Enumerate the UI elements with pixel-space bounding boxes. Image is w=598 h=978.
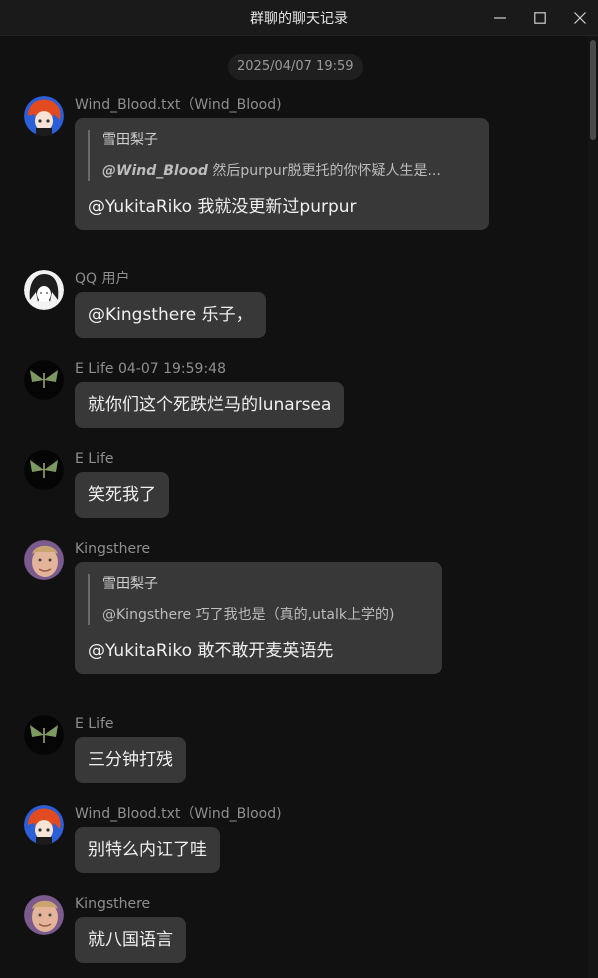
window-title: 群聊的聊天记录 bbox=[250, 10, 348, 27]
quote-sender: 雪田梨子 bbox=[102, 576, 158, 592]
message-text: 就八国语言 bbox=[88, 930, 173, 950]
message-bubble[interactable]: 雪田梨子 @Kingsthere 巧了我也是（真的,utalk上学的) @Yuk… bbox=[75, 562, 442, 674]
message-text: 别特么内讧了哇 bbox=[88, 840, 207, 860]
sender-name[interactable]: QQ 用户 bbox=[75, 270, 130, 288]
maximize-button[interactable] bbox=[520, 0, 560, 35]
close-button[interactable] bbox=[560, 0, 598, 35]
message-bubble[interactable]: 笑死我了 bbox=[75, 472, 169, 518]
quote-text: @Kingsthere 巧了我也是（真的,utalk上学的) bbox=[102, 607, 395, 623]
message-bubble[interactable]: 别特么内讧了哇 bbox=[75, 827, 220, 873]
sender-name[interactable]: E Life 04-07 19:59:48 bbox=[75, 360, 226, 378]
sender-name[interactable]: E Life bbox=[75, 450, 114, 468]
avatar[interactable] bbox=[24, 715, 64, 755]
avatar[interactable] bbox=[24, 96, 64, 136]
avatar[interactable] bbox=[24, 540, 64, 580]
reply-quote[interactable]: 雪田梨子 @Wind_Blood 然后purpur脱更托的你怀疑人生是... bbox=[88, 130, 476, 181]
message-bubble[interactable]: @Kingsthere 乐子， bbox=[75, 292, 266, 338]
maximize-icon bbox=[534, 11, 546, 24]
sender-name[interactable]: Wind_Blood.txt（Wind_Blood) bbox=[75, 805, 282, 823]
minimize-button[interactable] bbox=[480, 0, 520, 35]
reply-quote[interactable]: 雪田梨子 @Kingsthere 巧了我也是（真的,utalk上学的) bbox=[88, 574, 429, 625]
message-bubble[interactable]: 三分钟打残 bbox=[75, 737, 186, 783]
message-bubble[interactable]: 雪田梨子 @Wind_Blood 然后purpur脱更托的你怀疑人生是... @… bbox=[75, 118, 489, 230]
close-icon bbox=[574, 11, 586, 24]
message-text: 就你们这个死跌烂马的lunarsea bbox=[88, 395, 332, 415]
minimize-icon bbox=[494, 16, 506, 19]
avatar[interactable] bbox=[24, 450, 64, 490]
quote-mention: @Wind_Blood bbox=[102, 163, 208, 179]
chat-history[interactable]: 2025/04/07 19:59 Wind_Blood.txt（Wind_Blo… bbox=[0, 36, 584, 978]
message-text: 笑死我了 bbox=[88, 485, 156, 505]
sender-name[interactable]: Wind_Blood.txt（Wind_Blood) bbox=[75, 96, 282, 114]
message-bubble[interactable]: 就八国语言 bbox=[75, 917, 186, 963]
quote-content: 然后purpur脱更托的你怀疑人生是... bbox=[212, 163, 441, 179]
avatar[interactable] bbox=[24, 270, 64, 310]
vertical-scrollbar[interactable] bbox=[588, 36, 598, 978]
message-bubble[interactable]: 就你们这个死跌烂马的lunarsea bbox=[75, 382, 345, 428]
avatar[interactable] bbox=[24, 895, 64, 935]
message-text: 三分钟打残 bbox=[88, 750, 173, 770]
avatar[interactable] bbox=[24, 360, 64, 400]
sender-name[interactable]: E Life bbox=[75, 715, 114, 733]
message-text: @YukitaRiko 敢不敢开麦英语先 bbox=[88, 641, 334, 661]
quote-text: @Wind_Blood 然后purpur脱更托的你怀疑人生是... bbox=[102, 161, 476, 181]
message-text: @YukitaRiko 我就没更新过purpur bbox=[88, 197, 357, 217]
message-text: @Kingsthere 乐子， bbox=[88, 305, 253, 325]
avatar[interactable] bbox=[24, 805, 64, 845]
date-separator: 2025/04/07 19:59 bbox=[228, 54, 363, 80]
quote-sender: 雪田梨子 bbox=[102, 132, 158, 148]
sender-name[interactable]: Kingsthere bbox=[75, 540, 150, 558]
scrollbar-thumb[interactable] bbox=[590, 40, 596, 140]
sender-name[interactable]: Kingsthere bbox=[75, 895, 150, 913]
